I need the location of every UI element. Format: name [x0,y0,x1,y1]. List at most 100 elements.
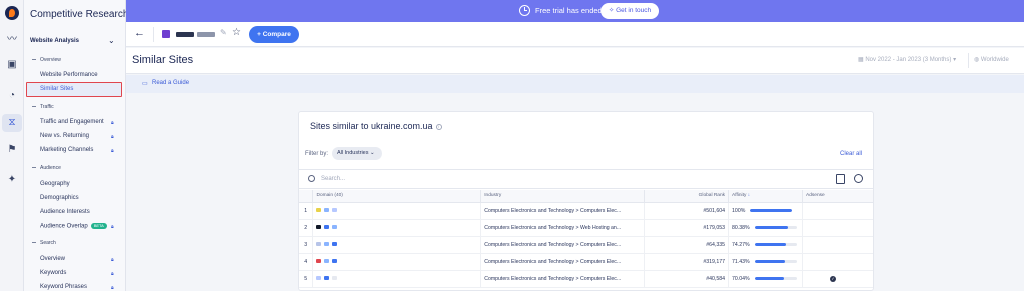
back-arrow-icon[interactable]: ← [134,27,145,39]
column-industry[interactable]: Industry [480,190,646,203]
search-input[interactable]: Search... [321,176,345,182]
sidebar-item-similar-sites[interactable]: Similar Sites [40,86,73,92]
dashboard-icon[interactable]: ▣ [6,59,18,71]
similar-sites-table: Domain (40) Industry Global Rank Affinit… [299,190,873,288]
domain-favicon-blur [332,259,338,264]
sidebar-item-traffic-engagement[interactable]: Traffic and Engagement [40,119,104,125]
sidebar-item-demographics[interactable]: Demographics [40,195,79,201]
domain-favicon-blur [316,276,322,281]
table-row[interactable]: 4 Computers Electronics and Technology > … [299,253,873,271]
group-overview[interactable]: Overview [32,57,61,63]
row-number: 3 [299,236,314,254]
table-row[interactable]: 1 Computers Electronics and Technology > … [299,202,873,220]
industry-cell: Computers Electronics and Technology > C… [480,253,646,271]
app-title: Competitive Research [30,9,129,20]
adsense-cell [802,219,873,237]
domain-cell[interactable] [312,202,482,220]
excel-export-icon[interactable] [836,174,845,184]
affinity-bar [754,225,797,229]
rank-cell: #319,177 [644,253,730,271]
page-title: Similar Sites [132,54,194,66]
sidebar-item-new-returning[interactable]: New vs. Returning [40,133,89,139]
affinity-cell: 74.27% [728,236,804,254]
table-row[interactable]: 2 Computers Electronics and Technology > … [299,219,873,237]
adsense-cell [802,202,873,220]
domain-cell[interactable] [312,236,482,254]
affinity-bar [750,208,793,212]
domain-cell[interactable] [312,219,482,237]
sidebar-item-keywords[interactable]: Keywords [40,270,66,276]
group-audience[interactable]: Audience [32,165,61,171]
clock-icon [519,5,530,16]
similar-sites-card: Sites similar to ukraine.com.ua i Filter … [298,111,874,291]
affinity-bar-fill [754,242,786,246]
column-affinity[interactable]: Affinity ↓ [728,190,804,203]
research-icon[interactable]: ⧖ [2,114,22,132]
group-traffic[interactable]: Traffic [32,104,54,110]
column-settings-icon[interactable] [854,174,863,183]
adsense-cell [802,253,873,271]
icon-rail: 〰 ▣ ◔ ⧖ ⚑ ✦ [0,0,24,291]
site-favicon [162,30,170,38]
info-icon[interactable]: i [435,123,442,130]
edit-icon[interactable]: ✎ [220,28,227,37]
row-number: 4 [299,253,314,271]
similarweb-logo-icon[interactable] [5,6,19,20]
column-global-rank[interactable]: Global Rank [644,190,730,203]
trial-banner: Free trial has ended ✧ Get in touch [126,0,1024,22]
row-number: 1 [299,202,314,220]
table-row[interactable]: 5 Computers Electronics and Technology > … [299,270,873,288]
affinity-value: 100% [732,207,746,214]
guide-strip: ▭ Read a Guide [126,75,1024,93]
rank-cell: #64,335 [644,236,730,254]
sidebar-item-audience-interests[interactable]: Audience Interests [40,209,90,215]
sidebar-item-website-performance[interactable]: Website Performance [40,72,98,78]
sidebar-item-audience-overlap[interactable]: Audience Overlap BETA [40,223,107,230]
search-icon [308,175,315,182]
sidebar: Competitive Research Website Analysis ⌄ … [24,0,129,291]
group-search[interactable]: Search [32,240,56,246]
sidebar-item-geography[interactable]: Geography [40,181,70,187]
domain-favicon-blur [332,225,338,230]
pie-icon[interactable]: ◔ [6,90,18,102]
table-row[interactable]: 3 Computers Electronics and Technology > … [299,236,873,254]
lock-icon: 🔒︎ [111,134,114,140]
sidebar-item-keyword-phrases[interactable]: Keyword Phrases [40,284,87,290]
marketing-icon[interactable]: ⚑ [6,144,18,156]
sparkle-icon[interactable]: ✦ [6,174,18,186]
adsense-cell [802,236,873,254]
page-header: Similar Sites ▦ Nov 2022 - Jan 2023 (3 M… [126,48,1024,74]
affinity-cell: 100% [728,202,804,220]
lock-icon: 🔒︎ [111,285,114,291]
affinity-cell: 80.38% [728,219,804,237]
sidebar-item-search-overview[interactable]: Overview [40,256,65,262]
chart-icon[interactable]: 〰 [6,34,18,46]
sidebar-item-marketing-channels[interactable]: Marketing Channels [40,147,93,153]
domain-favicon-blur [332,242,338,247]
clear-all-link[interactable]: Clear all [840,151,862,157]
domain-cell[interactable] [312,253,482,271]
redacted-domain [197,32,215,37]
read-guide-link[interactable]: Read a Guide [152,80,189,86]
domain-favicon-blur [332,276,338,281]
industry-cell: Computers Electronics and Technology > C… [480,270,646,288]
industry-cell: Computers Electronics and Technology > C… [480,202,646,220]
rank-cell: #40,584 [644,270,730,288]
chevron-down-icon[interactable]: ⌄ [108,36,115,45]
divider [968,53,969,68]
check-icon: ✓ [830,275,837,282]
domain-cell[interactable] [312,270,482,288]
star-icon[interactable]: ☆ [232,27,241,38]
get-in-touch-button[interactable]: ✧ Get in touch [601,3,659,19]
lock-icon: 🔒︎ [111,271,114,277]
compare-button[interactable]: + Compare [249,26,299,43]
column-adsense[interactable]: Adsense [802,190,873,203]
domain-favicon-blur [324,225,330,230]
date-range-picker[interactable]: ▦ Nov 2022 - Jan 2023 (3 Months) ▾ [858,56,956,63]
table-search-bar: Search... [299,169,873,189]
industry-cell: Computers Electronics and Technology > W… [480,219,646,237]
sidebar-section-title[interactable]: Website Analysis [30,38,79,44]
region-picker[interactable]: ◍ Worldwide [974,56,1009,63]
industry-filter-dropdown[interactable]: All Industries ⌄ [332,147,382,160]
column-domain[interactable]: Domain (40) [312,190,482,203]
